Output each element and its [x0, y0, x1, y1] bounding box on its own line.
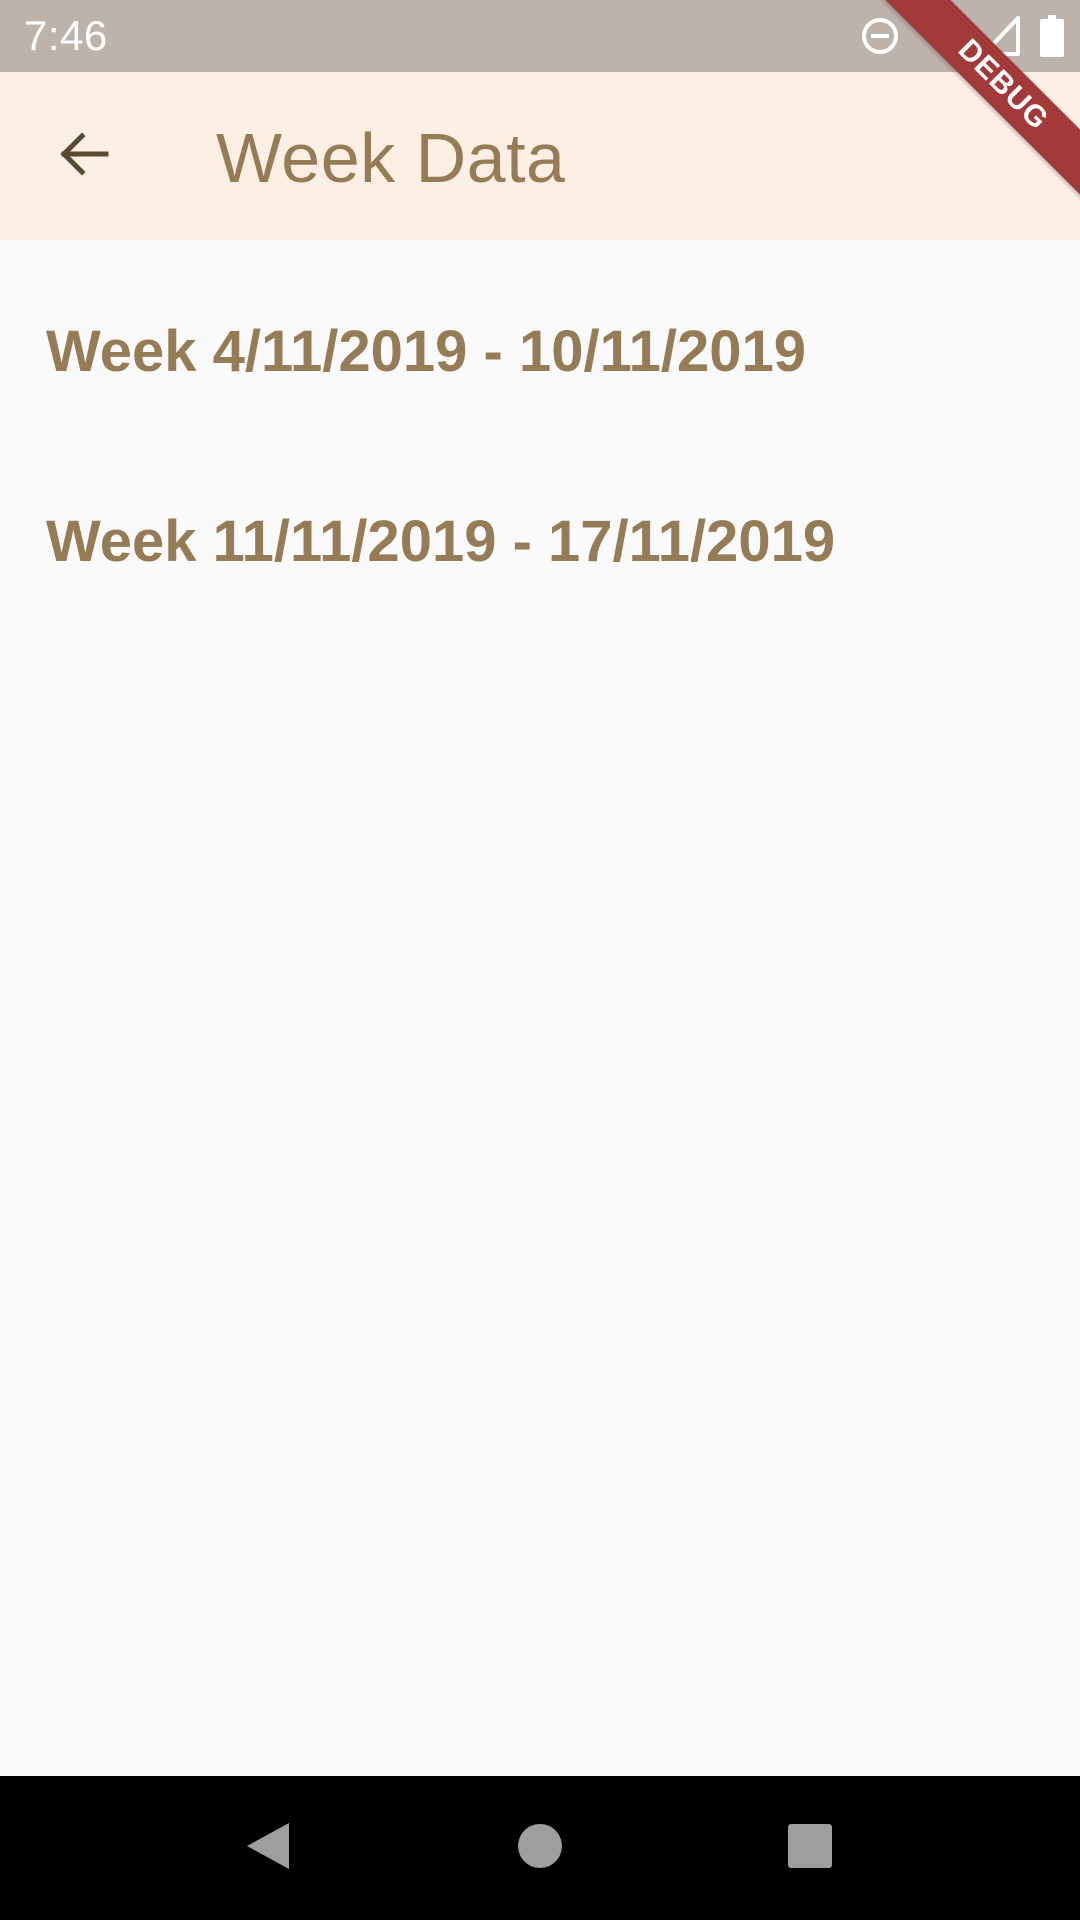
list-item[interactable]: Week 4/11/2019 - 10/11/2019	[0, 240, 1080, 430]
back-button[interactable]	[36, 108, 132, 204]
status-time: 7:46	[24, 12, 108, 59]
battery-icon	[1040, 15, 1064, 57]
nav-home-button[interactable]	[490, 1798, 590, 1898]
nav-recents-button[interactable]	[760, 1798, 860, 1898]
nav-back-button[interactable]	[218, 1798, 318, 1898]
week-list: Week 4/11/2019 - 10/11/2019 Week 11/11/2…	[0, 240, 1080, 620]
arrow-back-icon	[58, 128, 110, 185]
navigation-bar	[0, 1776, 1080, 1920]
page-title: Week Data	[216, 119, 566, 197]
app-bar: Week Data	[0, 72, 1080, 240]
do-not-disturb-icon	[860, 16, 900, 56]
week-label: Week 4/11/2019 - 10/11/2019	[46, 319, 807, 384]
week-label: Week 11/11/2019 - 17/11/2019	[46, 509, 836, 574]
nav-recents-icon	[786, 1822, 834, 1875]
nav-back-icon	[243, 1819, 293, 1878]
list-item[interactable]: Week 11/11/2019 - 17/11/2019	[0, 430, 1080, 620]
nav-home-icon	[516, 1822, 564, 1875]
